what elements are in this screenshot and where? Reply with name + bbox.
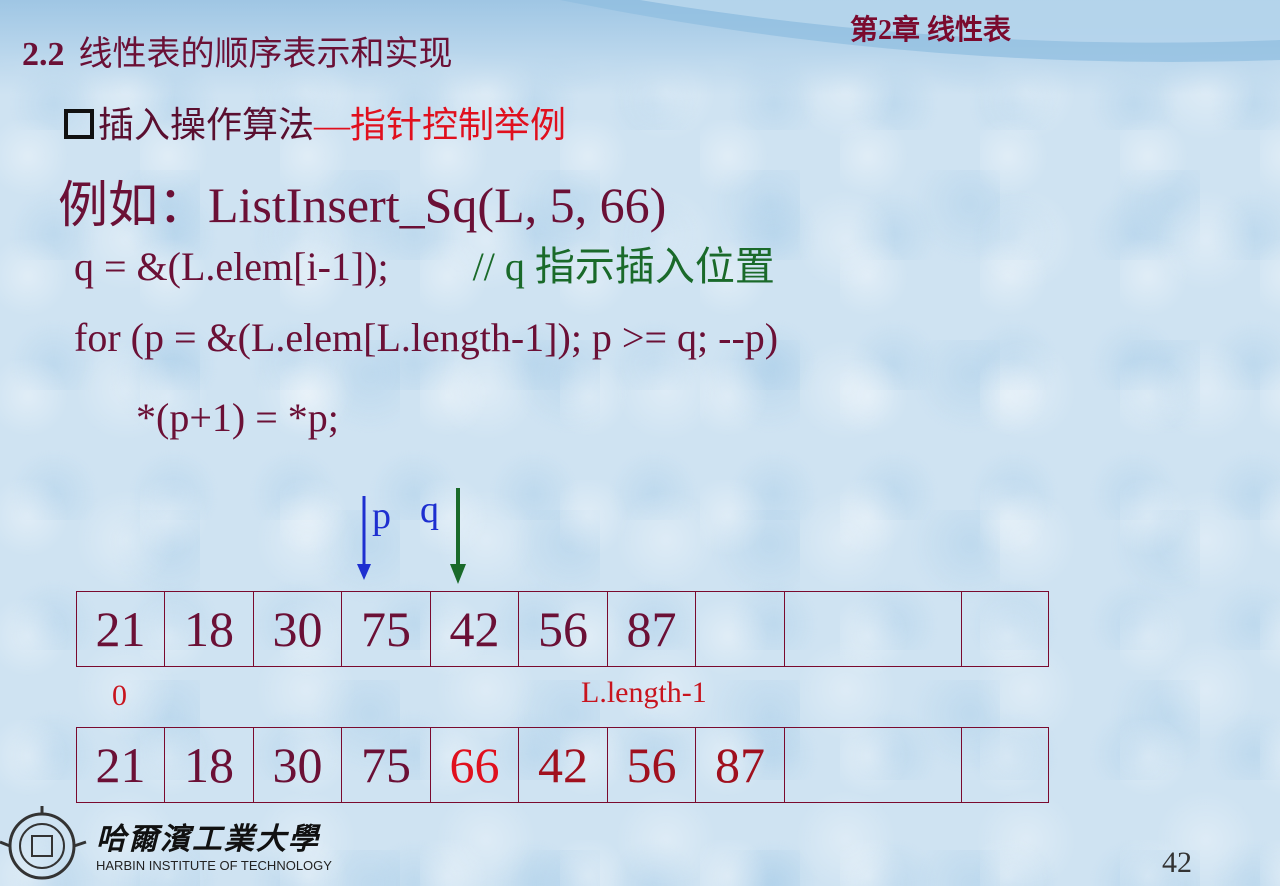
bullet-heading: 插入操作算法—指针控制举例	[64, 96, 566, 148]
bullet-subtitle: —指针控制举例	[314, 105, 567, 145]
p-arrow-head	[357, 564, 371, 580]
array-after: 21 18 30 75 66 42 56 87	[76, 727, 1049, 805]
array-cell: 18	[164, 727, 253, 803]
array-cell: 66	[430, 727, 518, 803]
university-name-cn: 哈爾濱工業大學	[96, 823, 320, 856]
code-line-1-comment: // q 指示插入位置	[472, 244, 775, 289]
bullet-text: 插入操作算法	[98, 105, 315, 145]
array-cell: 30	[253, 591, 341, 667]
array-cell: 21	[76, 727, 164, 803]
university-name-en: HARBIN INSTITUTE OF TECHNOLOGY	[96, 858, 332, 873]
array-cell: 75	[341, 591, 430, 667]
code-line-1: q = &(L.elem[i-1]); // q 指示插入位置	[74, 234, 775, 292]
array-before: 21 18 30 75 42 56 87	[76, 591, 1049, 669]
array-cell	[695, 591, 784, 667]
square-bullet-icon	[64, 109, 94, 139]
array-cell: 42	[518, 727, 607, 803]
chapter-label: 第2章 线性表	[850, 15, 1012, 46]
array-cell: 42	[430, 591, 518, 667]
array-cell	[784, 727, 961, 803]
index-first: 0	[112, 679, 127, 712]
array-cell: 87	[607, 591, 695, 667]
university-seal-icon	[0, 806, 87, 880]
array-cell: 18	[164, 591, 253, 667]
index-last: L.length-1	[581, 676, 707, 709]
section-number: 2.2	[22, 36, 65, 73]
code-line-3: *(p+1) = *p;	[136, 395, 339, 440]
array-cell	[784, 591, 961, 667]
p-label: p	[372, 495, 391, 537]
page-number: 42	[1162, 846, 1192, 879]
array-cell	[961, 727, 1049, 803]
code-line-1-code: q = &(L.elem[i-1]);	[74, 244, 389, 289]
array-cell: 30	[253, 727, 341, 803]
example-call: 例如：ListInsert_Sq(L, 5, 66)	[58, 177, 667, 233]
q-arrow-head	[450, 564, 466, 584]
section-title-text: 线性表的顺序表示和实现	[78, 36, 453, 73]
array-cell: 21	[76, 591, 164, 667]
pointer-arrows	[357, 488, 466, 584]
array-cell: 87	[695, 727, 784, 803]
array-cell	[961, 591, 1049, 667]
array-cell: 56	[518, 591, 607, 667]
array-cell: 75	[341, 727, 430, 803]
section-title: 2.2 线性表的顺序表示和实现	[22, 26, 453, 75]
q-label: q	[420, 489, 439, 531]
array-cell: 56	[607, 727, 695, 803]
code-line-2: for (p = &(L.elem[L.length-1]); p >= q; …	[74, 315, 779, 360]
